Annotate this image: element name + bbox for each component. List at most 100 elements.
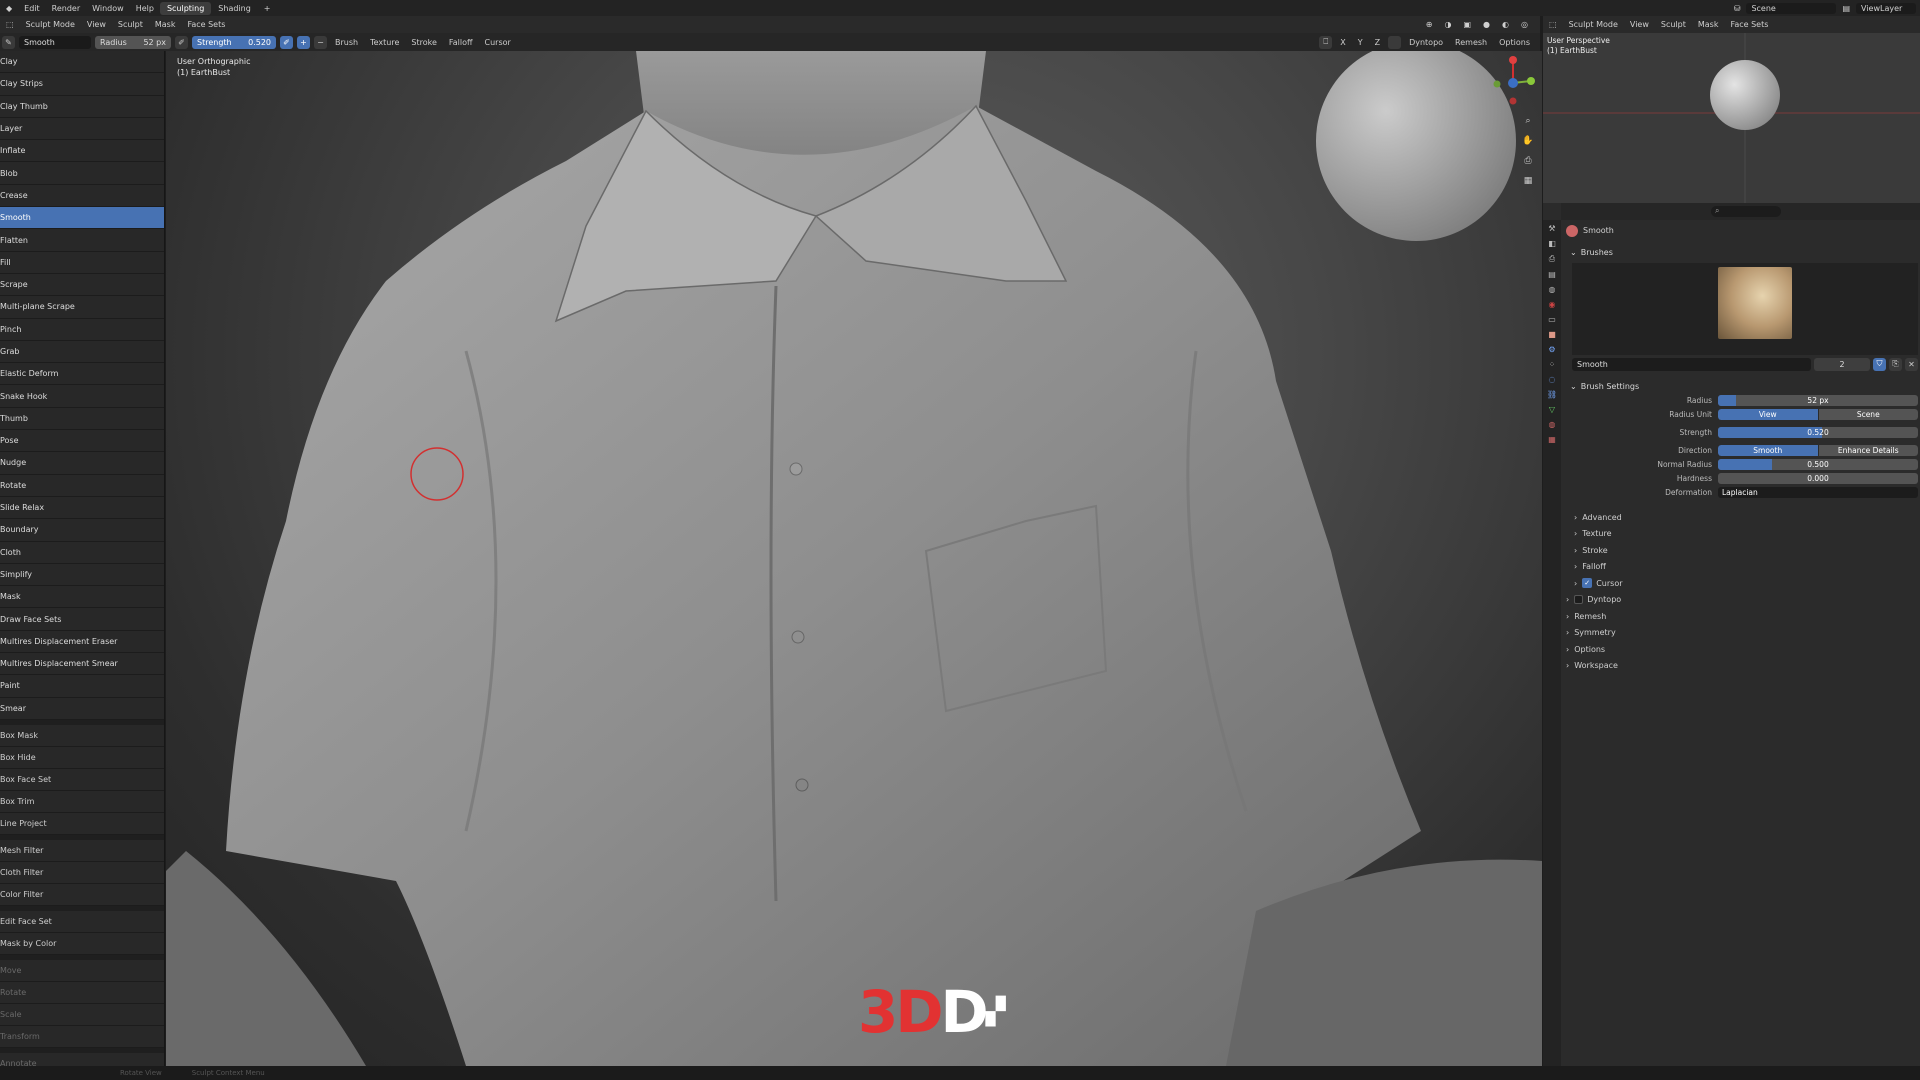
brush-item-inflate[interactable]: Inflate [0,140,164,163]
brush-item-fill[interactable]: Fill [0,251,164,274]
tool-item-box-mask[interactable]: Box Mask [0,724,164,747]
texture-tab-icon[interactable]: ▦ [1548,435,1556,444]
brush-item-grab[interactable]: Grab [0,340,164,364]
strength-slider[interactable]: 0.520 [1718,426,1918,438]
tool-item-mesh-filter[interactable]: Mesh Filter [0,839,164,862]
tool-item-box-hide[interactable]: Box Hide [0,746,164,769]
mini-menu-sculpt[interactable]: Sculpt [1655,20,1692,29]
overlay-toggle-icon[interactable]: ◑ [1439,20,1458,29]
subpanel-stroke[interactable]: › Stroke [1574,542,1918,559]
stroke-dropdown[interactable]: Stroke [407,38,441,47]
brush-item-blob[interactable]: Blob [0,162,164,185]
fake-user-shield-icon[interactable]: ⛉ [1873,357,1886,371]
tool-item-cloth-filter[interactable]: Cloth Filter [0,861,164,884]
brush-item-slide-relax[interactable]: Slide Relax [0,496,164,520]
tool-item-transform[interactable]: Transform [0,1025,164,1048]
subpanel-cursor[interactable]: › ✓ Cursor [1574,575,1918,592]
brush-item-scrape[interactable]: Scrape [0,273,164,297]
panel-remesh[interactable]: › Remesh [1566,608,1918,625]
direction-enhance[interactable]: Enhance Details [1818,444,1918,456]
texture-dropdown[interactable]: Texture [366,38,403,47]
brush-item-cloth[interactable]: Cloth [0,541,164,564]
tool-item-scale[interactable]: Scale [0,1003,164,1026]
brush-item-multi-plane-scrape[interactable]: Multi-plane Scrape [0,296,164,319]
zoom-icon[interactable]: ⌕ [1521,111,1535,131]
unlink-brush-icon[interactable]: ✕ [1905,357,1918,371]
brush-item-mask[interactable]: Mask [0,586,164,609]
panel-symmetry[interactable]: › Symmetry [1566,625,1918,642]
modifier-tab-icon[interactable]: ⚙ [1548,345,1555,354]
brush-item-draw-face-sets[interactable]: Draw Face Sets [0,608,164,631]
tab-shading[interactable]: Shading [211,2,258,15]
direction-subtract-icon[interactable]: − [314,35,327,49]
brush-item-thumb[interactable]: Thumb [0,407,164,431]
pressure-strength-icon[interactable]: ✐ [280,35,293,49]
axis-z-toggle[interactable]: Z [1371,38,1384,47]
properties-search-input[interactable]: ⌕ [1711,206,1781,217]
dyntopo-checkbox[interactable] [1388,35,1402,49]
brush-item-boundary[interactable]: Boundary [0,519,164,542]
tool-item-box-face-set[interactable]: Box Face Set [0,768,164,791]
brush-item-rotate[interactable]: Rotate [0,474,164,497]
menu-view[interactable]: View [81,20,112,29]
menu-help[interactable]: Help [130,4,160,13]
brush-item-flatten[interactable]: Flatten [0,229,164,252]
object-tab-icon[interactable]: ■ [1548,330,1556,339]
view-layer-tab-icon[interactable]: ▤ [1548,270,1556,279]
mode-dropdown[interactable]: Sculpt Mode [20,20,81,29]
brush-icon[interactable]: ✎ [2,35,15,49]
scene-field[interactable]: Scene [1746,2,1837,14]
brush-thumbnail[interactable] [1718,267,1792,339]
brush-item-smear[interactable]: Smear [0,697,164,720]
constraints-tab-icon[interactable]: ⛓ [1547,390,1557,399]
subpanel-advanced[interactable]: › Advanced [1574,509,1918,526]
pan-hand-icon[interactable]: ✋ [1521,131,1535,151]
tool-item-move[interactable]: Move [0,959,164,982]
brush-name-field[interactable]: Smooth [1572,357,1811,371]
brush-item-clay-strips[interactable]: Clay Strips [0,73,164,96]
brush-users-count[interactable]: 2 [1814,357,1870,371]
radius-field[interactable]: Radius 52 px [95,35,171,49]
tool-item-mask-by-color[interactable]: Mask by Color [0,932,164,955]
brush-item-multires-displacement-eraser[interactable]: Multires Displacement Eraser [0,630,164,654]
duplicate-brush-icon[interactable]: ⎘ [1889,357,1902,371]
tool-item-edit-face-set[interactable]: Edit Face Set [0,910,164,933]
mini-menu-mask[interactable]: Mask [1692,20,1725,29]
shading-material-icon[interactable]: ◐ [1496,20,1515,29]
particles-tab-icon[interactable]: ⁘ [1549,360,1556,369]
tool-item-color-filter[interactable]: Color Filter [0,883,164,906]
normal-radius-slider[interactable]: 0.500 [1718,458,1918,470]
brush-item-smooth[interactable]: Smooth [0,207,164,230]
menu-edit[interactable]: Edit [18,4,46,13]
direction-add-icon[interactable]: + [297,35,310,49]
data-tab-icon[interactable]: ▽ [1549,405,1555,414]
viewport-gizmo-toggle-icon[interactable]: ⊕ [1420,20,1439,29]
brush-item-clay[interactable]: Clay [0,51,164,74]
mini-menu-view[interactable]: View [1624,20,1655,29]
brush-item-paint[interactable]: Paint [0,675,164,698]
output-tab-icon[interactable]: ⎙ [1549,254,1555,264]
brush-item-multires-displacement-smear[interactable]: Multires Displacement Smear [0,653,164,676]
blender-logo-icon[interactable]: ◆ [0,4,18,13]
brush-item-nudge[interactable]: Nudge [0,452,164,475]
tab-sculpting[interactable]: Sculpting [159,1,212,15]
cursor-checkbox[interactable]: ✓ [1582,578,1593,589]
camera-icon[interactable]: ⎙ [1521,151,1535,171]
scene-tab-icon[interactable]: ◍ [1549,285,1556,294]
pressure-radius-icon[interactable]: ✐ [175,35,188,49]
hardness-slider[interactable]: 0.000 [1718,472,1918,484]
dyntopo-panel-checkbox[interactable] [1574,595,1584,605]
radius-unit-view[interactable]: View [1718,408,1818,420]
collection-tab-icon[interactable]: ▭ [1548,315,1556,324]
tool-item-line-project[interactable]: Line Project [0,812,164,835]
mini-menu-face-sets[interactable]: Face Sets [1724,20,1774,29]
xray-toggle-icon[interactable]: ▣ [1457,20,1477,29]
brush-dropdown[interactable]: Brush [331,38,362,47]
physics-tab-icon[interactable]: ◌ [1549,375,1556,384]
panel-workspace[interactable]: › Workspace [1566,658,1918,675]
cursor-dropdown[interactable]: Cursor [481,38,515,47]
tool-item-box-trim[interactable]: Box Trim [0,790,164,813]
brush-item-layer[interactable]: Layer [0,117,164,141]
options-dropdown[interactable]: Options [1495,38,1534,47]
menu-mask[interactable]: Mask [149,20,182,29]
